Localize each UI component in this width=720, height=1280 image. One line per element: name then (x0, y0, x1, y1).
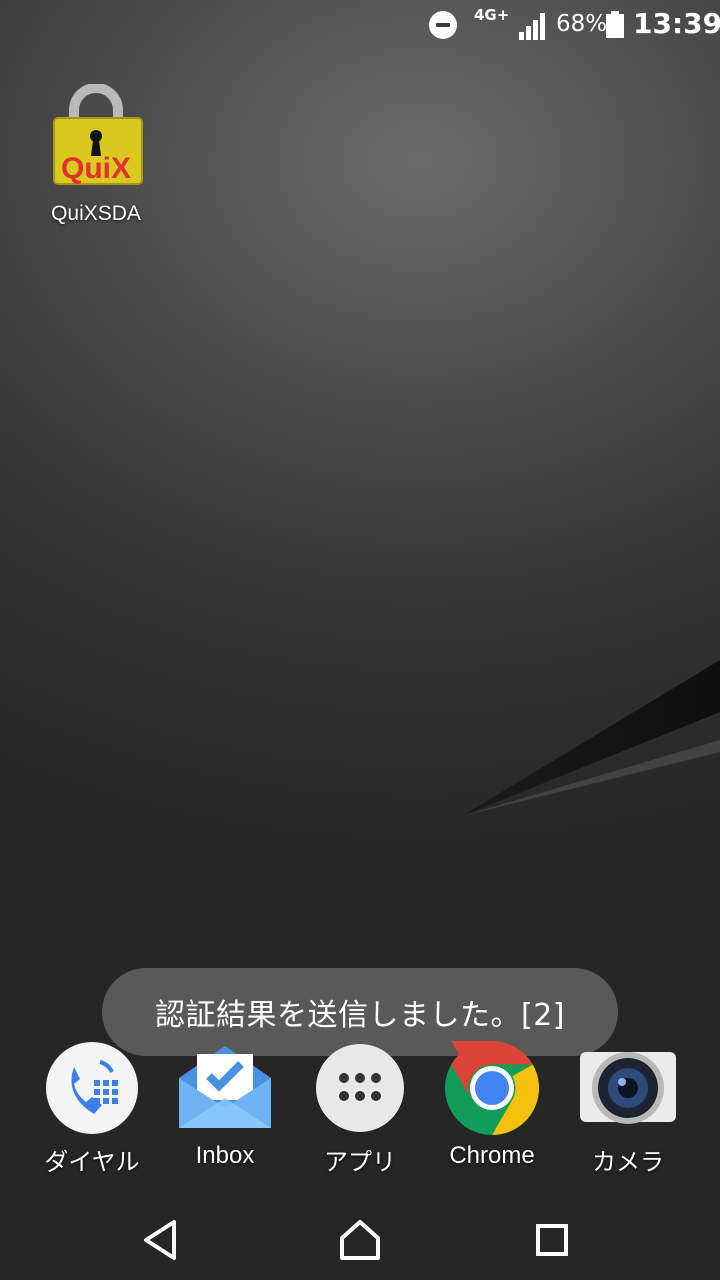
inbox-icon (175, 1036, 275, 1136)
battery-icon (606, 11, 624, 38)
quix-logo-text: QuiX (61, 152, 131, 185)
toast-text: 認証結果を送信しました。[2] (155, 998, 565, 1033)
home-icon[interactable] (330, 1210, 390, 1270)
recents-icon[interactable] (522, 1210, 582, 1270)
navigation-bar (0, 1190, 720, 1280)
dock-label: カメラ (592, 1149, 664, 1176)
dock-label: Inbox (195, 1142, 255, 1169)
dock-label: Chrome (449, 1142, 535, 1169)
status-bar: 4G+ 68% 13:39 (0, 0, 720, 50)
phone-dialer-icon (42, 1036, 142, 1136)
desktop-app-quixsda[interactable]: QuiX QuiXSDA (38, 83, 154, 226)
chrome-icon (442, 1036, 542, 1136)
back-icon[interactable] (130, 1210, 190, 1270)
dock-item-dialer[interactable]: ダイヤル (27, 1036, 157, 1177)
dock-label: アプリ (324, 1149, 396, 1176)
dock-item-inbox[interactable]: Inbox (160, 1036, 290, 1170)
dock-item-camera[interactable]: カメラ (563, 1036, 693, 1177)
camera-icon (578, 1036, 678, 1136)
app-drawer-icon (310, 1036, 410, 1136)
dock-item-chrome[interactable]: Chrome (427, 1036, 557, 1170)
dock-label: ダイヤル (44, 1149, 140, 1176)
dock-item-app-drawer[interactable]: アプリ (295, 1036, 425, 1177)
signal-icon (519, 13, 545, 40)
clock: 13:39 (633, 7, 720, 40)
do-not-disturb-icon (429, 11, 457, 39)
battery-percent: 68% (556, 11, 608, 37)
desktop-app-label: QuiXSDA (51, 202, 141, 225)
quixsda-lock-icon: QuiX (46, 83, 146, 188)
dock: ダイヤル Inbox アプリ Chrome カメラ (0, 1036, 720, 1186)
network-type: 4G+ (474, 6, 510, 24)
